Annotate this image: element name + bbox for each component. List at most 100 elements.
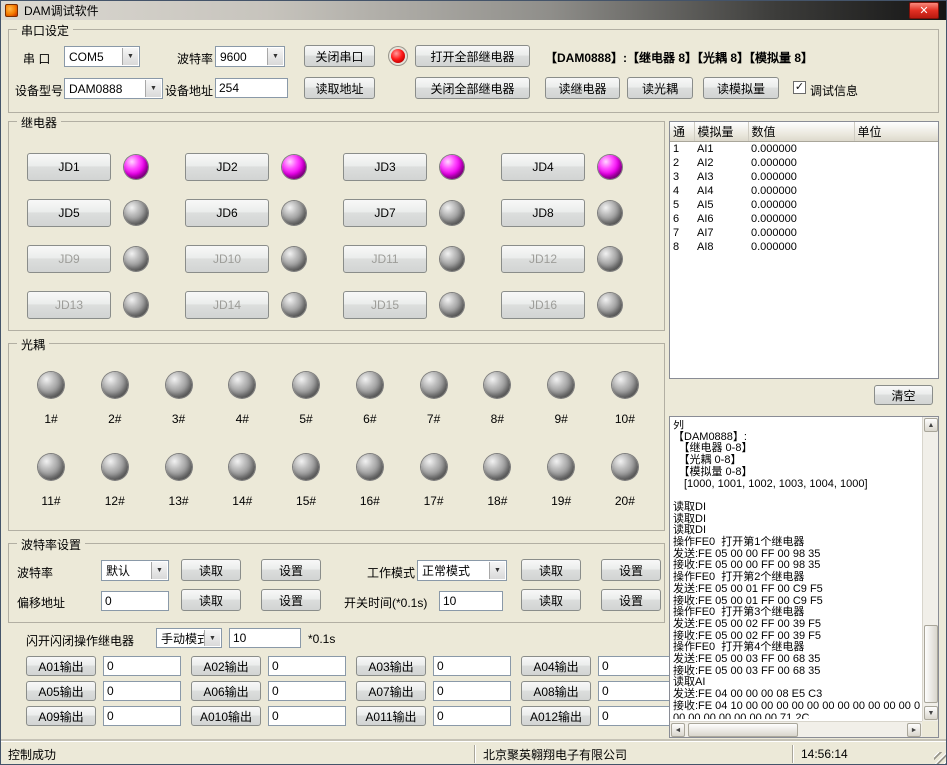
output-value-input-4[interactable] (598, 656, 676, 676)
output-value-input-11[interactable] (433, 706, 511, 726)
relay-button-jd16[interactable]: JD16 (501, 291, 585, 319)
output-button-11[interactable]: A011输出 (356, 706, 426, 726)
opto-label: 17# (424, 494, 444, 508)
chevron-down-icon[interactable]: ▼ (151, 562, 167, 579)
clear-button[interactable]: 清空 (874, 385, 933, 405)
switch-time-input[interactable] (439, 591, 503, 611)
read-relay-button[interactable]: 读继电器 (545, 77, 620, 99)
debug-info-label: 调试信息 (810, 82, 858, 99)
baud-default-select[interactable]: 默认 ▼ (101, 560, 169, 581)
relay-button-jd10[interactable]: JD10 (185, 245, 269, 273)
scroll-down-icon[interactable]: ▼ (924, 706, 938, 720)
read-analog-button[interactable]: 读模拟量 (703, 77, 779, 99)
relay-button-jd1[interactable]: JD1 (27, 153, 111, 181)
device-info-text: 【DAM0888】:【继电器 8】【光耦 8】【模拟量 8】 (545, 49, 813, 66)
switch-time-set-button[interactable]: 设置 (601, 589, 661, 611)
output-button-2[interactable]: A02输出 (191, 656, 261, 676)
resize-grip[interactable] (934, 752, 947, 765)
relay-button-jd5[interactable]: JD5 (27, 199, 111, 227)
chevron-down-icon[interactable]: ▼ (122, 48, 138, 65)
read-opto-button[interactable]: 读光耦 (627, 77, 693, 99)
chevron-down-icon[interactable]: ▼ (145, 80, 161, 97)
relay-button-jd8[interactable]: JD8 (501, 199, 585, 227)
output-value-input-10[interactable] (268, 706, 346, 726)
relay-button-jd4[interactable]: JD4 (501, 153, 585, 181)
output-button-4[interactable]: A04输出 (521, 656, 591, 676)
baud-select[interactable]: 9600 ▼ (215, 46, 285, 67)
clock-text: 14:56:14 (794, 742, 947, 765)
chevron-down-icon[interactable]: ▼ (489, 562, 505, 579)
relay-button-jd6[interactable]: JD6 (185, 199, 269, 227)
flash-time-input[interactable] (229, 628, 301, 648)
open-all-relays-button[interactable]: 打开全部继电器 (415, 45, 530, 67)
relay-button-jd12[interactable]: JD12 (501, 245, 585, 273)
opto-indicator-10# (612, 372, 638, 398)
output-value-input-8[interactable] (598, 681, 676, 701)
relay-button-jd9[interactable]: JD9 (27, 245, 111, 273)
output-value-input-12[interactable] (598, 706, 676, 726)
relay-button-jd15[interactable]: JD15 (343, 291, 427, 319)
log-horizontal-scrollbar[interactable]: ◄ ► (670, 721, 922, 737)
output-button-9[interactable]: A09输出 (26, 706, 96, 726)
opto-label: 11# (41, 494, 60, 508)
close-button[interactable]: ✕ (909, 2, 939, 19)
output-button-6[interactable]: A06输出 (191, 681, 261, 701)
baud-set-button[interactable]: 设置 (261, 559, 321, 581)
relay-button-jd13[interactable]: JD13 (27, 291, 111, 319)
output-button-1[interactable]: A01输出 (26, 656, 96, 676)
output-button-5[interactable]: A05输出 (26, 681, 96, 701)
output-button-12[interactable]: A012输出 (521, 706, 591, 726)
output-value-input-2[interactable] (268, 656, 346, 676)
output-value-input-1[interactable] (103, 656, 181, 676)
relay-cell: JD8 (501, 190, 659, 236)
model-select[interactable]: DAM0888 ▼ (64, 78, 163, 99)
close-all-relays-button[interactable]: 关闭全部继电器 (415, 77, 530, 99)
port-select[interactable]: COM5 ▼ (64, 46, 140, 67)
app-icon (5, 4, 18, 17)
output-value-input-3[interactable] (433, 656, 511, 676)
debug-info-checkbox[interactable]: ✓ (793, 81, 806, 94)
output-button-7[interactable]: A07输出 (356, 681, 426, 701)
chevron-down-icon[interactable]: ▼ (204, 630, 220, 646)
scroll-up-icon[interactable]: ▲ (924, 418, 938, 432)
relay-button-jd11[interactable]: JD11 (343, 245, 427, 273)
opto-indicator-4# (229, 372, 255, 398)
output-button-8[interactable]: A08输出 (521, 681, 591, 701)
output-value-input-9[interactable] (103, 706, 181, 726)
address-input[interactable] (215, 78, 288, 98)
relay-button-jd2[interactable]: JD2 (185, 153, 269, 181)
flash-mode-select[interactable]: 手动模式 ▼ (156, 628, 222, 648)
vertical-scroll-thumb[interactable] (924, 625, 938, 703)
scroll-right-icon[interactable]: ► (907, 723, 921, 737)
opto-cell: 13# (151, 454, 207, 508)
opto-indicator-5# (293, 372, 319, 398)
relay-button-jd7[interactable]: JD7 (343, 199, 427, 227)
offset-input[interactable] (101, 591, 169, 611)
output-value-input-7[interactable] (433, 681, 511, 701)
table-row: 2AI20.000000 (670, 156, 938, 170)
output-value-input-6[interactable] (268, 681, 346, 701)
offset-set-button[interactable]: 设置 (261, 589, 321, 611)
relay-button-jd14[interactable]: JD14 (185, 291, 269, 319)
work-mode-set-button[interactable]: 设置 (601, 559, 661, 581)
horizontal-scroll-thumb[interactable] (688, 723, 798, 737)
output-value-input-5[interactable] (103, 681, 181, 701)
baud-read-button[interactable]: 读取 (181, 559, 241, 581)
log-vertical-scrollbar[interactable]: ▲ ▼ (922, 417, 938, 721)
read-address-button[interactable]: 读取地址 (304, 77, 375, 99)
relay-button-jd3[interactable]: JD3 (343, 153, 427, 181)
offset-read-button[interactable]: 读取 (181, 589, 241, 611)
opto-indicator-2# (102, 372, 128, 398)
work-mode-select[interactable]: 正常模式 ▼ (417, 560, 507, 581)
output-button-3[interactable]: A03输出 (356, 656, 426, 676)
analog-table: 通模拟量数值单位 1AI10.0000002AI20.0000003AI30.0… (670, 122, 939, 254)
work-mode-read-button[interactable]: 读取 (521, 559, 581, 581)
chevron-down-icon[interactable]: ▼ (267, 48, 283, 65)
output-button-10[interactable]: A010输出 (191, 706, 261, 726)
switch-time-read-button[interactable]: 读取 (521, 589, 581, 611)
close-port-button[interactable]: 关闭串口 (304, 45, 375, 67)
opto-label: 19# (551, 494, 571, 508)
opto-indicator-3# (166, 372, 192, 398)
scroll-left-icon[interactable]: ◄ (671, 723, 685, 737)
output-cell: A04输出 (521, 656, 686, 681)
